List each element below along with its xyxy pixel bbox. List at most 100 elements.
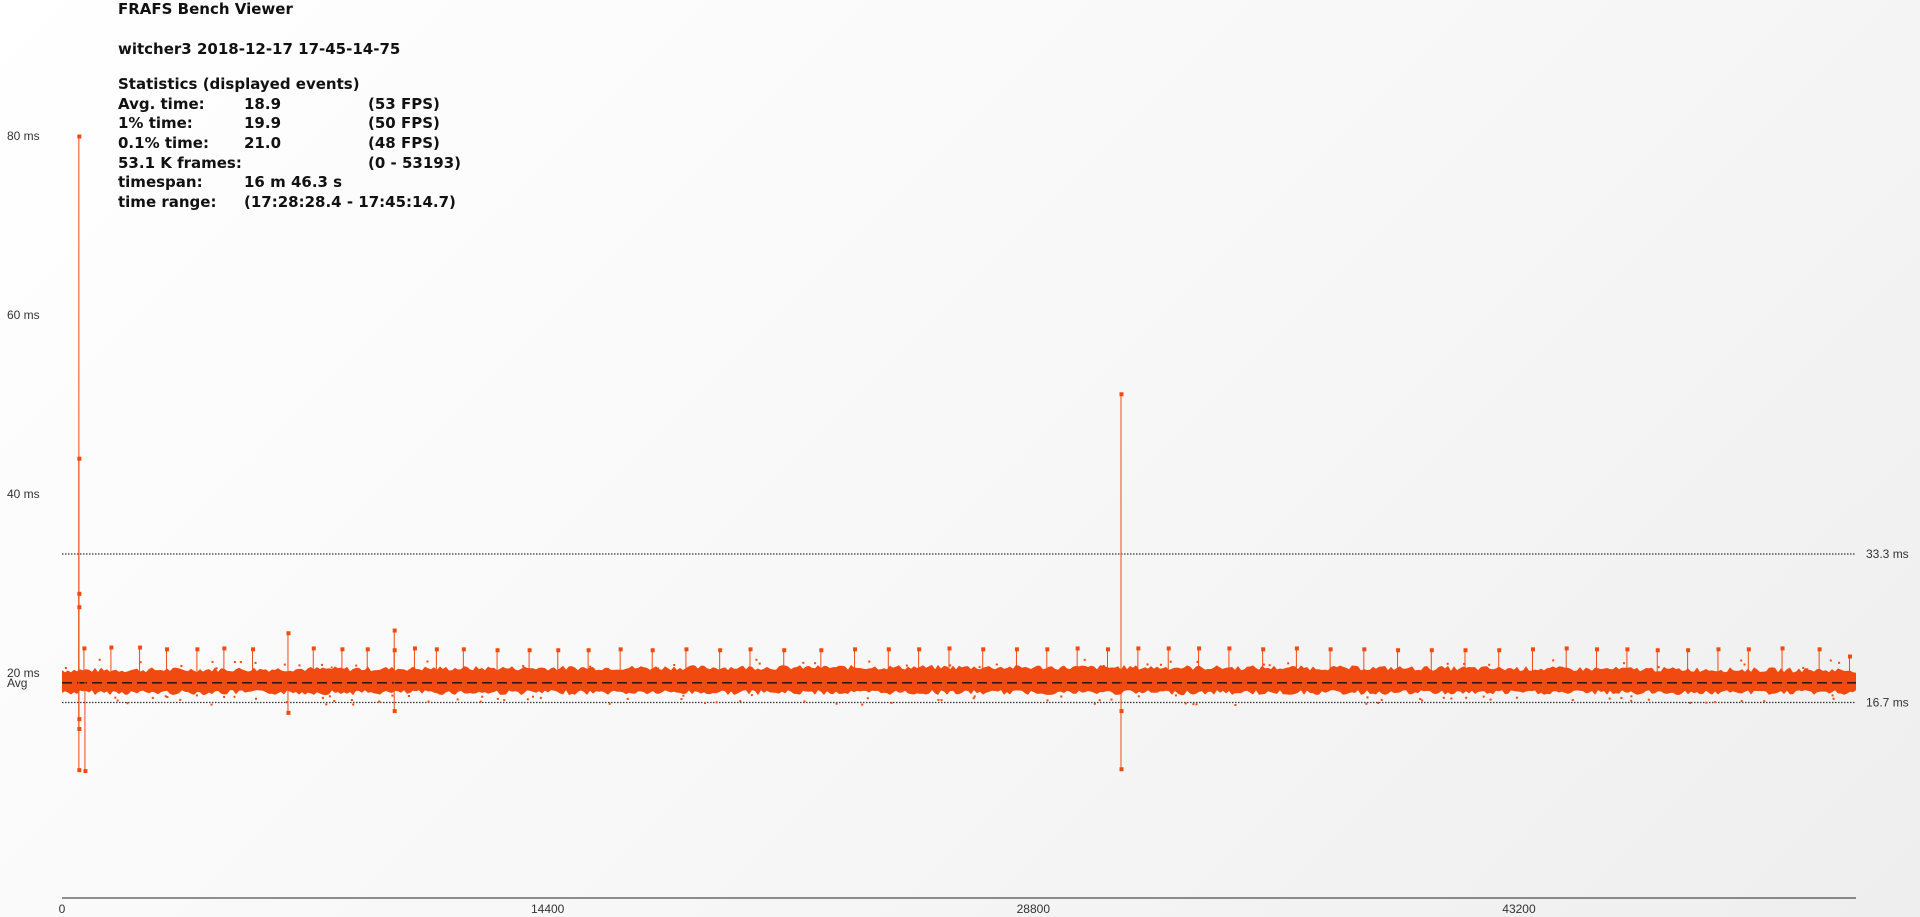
flag-point — [1075, 646, 1080, 651]
outlier-dot — [1421, 699, 1424, 702]
stats-row-01pct: 0.1% time: 21.0 (48 FPS) — [118, 133, 440, 154]
spike-point — [77, 768, 82, 773]
outlier-dot — [427, 700, 430, 703]
stats-row-timespan: timespan: 16 m 46.3 s — [118, 173, 400, 193]
outlier-dot — [496, 697, 499, 700]
outlier-dot — [1509, 668, 1512, 671]
outlier-dot — [321, 663, 323, 666]
spike-point — [77, 605, 82, 610]
outlier-dot — [1184, 702, 1187, 705]
outlier-dot — [407, 695, 410, 697]
flag-point — [947, 646, 952, 651]
outlier-dot — [866, 697, 869, 700]
flag-point — [1197, 646, 1202, 651]
outlier-dot — [180, 665, 183, 667]
outlier-dot — [1466, 667, 1469, 670]
outlier-dot — [1829, 659, 1832, 662]
x-tick-labels: 0 14400 28800 43200 — [59, 902, 1536, 916]
flag-point — [1463, 648, 1468, 653]
flag-point — [222, 646, 227, 651]
outlier-dot — [64, 667, 67, 669]
stat-value: 21.0 — [244, 133, 282, 152]
outlier-dot — [682, 694, 685, 697]
flag-point — [365, 647, 370, 652]
stats-heading: Statistics (displayed events) — [118, 75, 360, 94]
flag-point — [1261, 647, 1266, 652]
outlier-dot — [1489, 698, 1492, 701]
flag-point — [748, 647, 753, 652]
spike-point — [392, 628, 397, 633]
spike-point — [392, 709, 397, 714]
flag-point — [650, 648, 655, 653]
flag-point — [340, 647, 345, 652]
outlier-dot — [1110, 698, 1113, 701]
flag-point — [586, 648, 591, 653]
outlier-dot — [673, 664, 676, 666]
x-tick-label: 14400 — [531, 902, 565, 916]
flag-point — [1396, 648, 1401, 653]
frame-band-noise — [62, 664, 1856, 696]
outlier-dot — [1806, 668, 1809, 671]
flag-point — [1817, 647, 1822, 652]
outlier-dot — [1647, 698, 1650, 701]
flag-point — [1014, 647, 1019, 652]
outlier-dot — [233, 695, 236, 698]
outlier-dot — [1740, 659, 1743, 662]
flag-point — [1294, 646, 1299, 651]
stat-extra: (50 FPS) — [368, 114, 440, 133]
outlier-dot — [909, 668, 912, 671]
outlier-dot — [1705, 701, 1708, 704]
stat-extra: (48 FPS) — [368, 133, 440, 152]
outlier-dot — [211, 660, 214, 663]
flag-point — [1847, 654, 1852, 659]
outlier-dot — [758, 662, 761, 665]
outlier-dot — [283, 663, 286, 666]
stat-extra: (0 - 53193) — [368, 153, 462, 172]
flag-point — [311, 646, 316, 651]
outlier-dot — [210, 703, 213, 706]
outlier-dot — [1838, 661, 1841, 664]
outlier-dot — [814, 662, 817, 665]
outlier-dot — [151, 696, 154, 699]
stats-row-avg: Avg. time: 18.9 (53 FPS) — [118, 94, 440, 115]
flag-point — [1530, 647, 1535, 652]
flag-point — [1746, 647, 1751, 652]
outlier-dot — [1442, 696, 1445, 699]
outlier-dot — [503, 699, 506, 702]
stat-value: (17:28:28.4 - 17:45:14.7) — [244, 192, 456, 211]
outlier-dot — [1262, 663, 1265, 666]
outlier-dot — [1365, 702, 1368, 705]
outlier-dot — [179, 698, 182, 701]
outlier-dot — [1552, 659, 1555, 662]
outlier-dot — [321, 696, 324, 699]
flag-point — [527, 648, 532, 653]
spike-point — [1119, 392, 1124, 397]
flag-point — [1429, 648, 1434, 653]
outlier-dot — [325, 703, 328, 706]
outlier-dot — [1465, 696, 1468, 699]
outlier-dot — [481, 695, 484, 698]
flag-point — [165, 647, 170, 652]
spike-point — [83, 769, 88, 774]
outlier-dot — [1657, 666, 1660, 669]
app-title: FRAFS Bench Viewer — [118, 0, 293, 18]
flag-point — [853, 647, 858, 652]
outlier-dot — [1831, 694, 1834, 697]
flag-point — [684, 647, 689, 652]
flag-point — [1136, 646, 1141, 651]
outlier-dot — [195, 694, 198, 697]
flag-point — [1106, 647, 1111, 652]
outlier-dot — [1366, 696, 1369, 699]
outlier-dot — [937, 698, 940, 701]
flag-point — [819, 648, 824, 653]
outlier-dot — [861, 703, 864, 706]
outlier-dot — [905, 664, 908, 667]
stat-label: 53.1 K frames: — [118, 153, 242, 172]
stat-label: Avg. time: — [118, 94, 205, 113]
outlier-dot — [868, 660, 871, 663]
flag-point — [782, 648, 787, 653]
stat-value: 18.9 — [244, 94, 282, 113]
flag-point — [434, 647, 439, 652]
outlier-dot — [1419, 698, 1422, 700]
y-tick-label: 60 ms — [7, 308, 40, 322]
